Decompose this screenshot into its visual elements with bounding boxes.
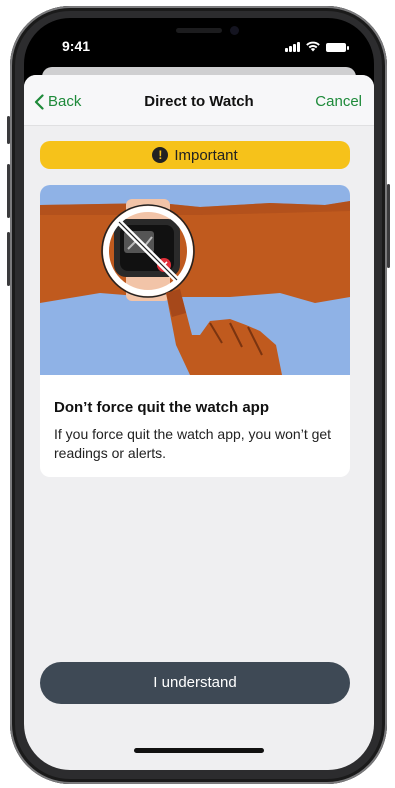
volume-down-button: [7, 232, 10, 286]
speaker-grille: [176, 28, 222, 33]
exclamation-icon: !: [152, 147, 169, 163]
important-banner: ! Important: [40, 141, 350, 169]
info-card: Don’t force quit the watch app If you fo…: [40, 185, 350, 477]
modal-sheet: Back Direct to Watch Cancel ! Important: [24, 75, 374, 770]
front-camera: [230, 26, 239, 35]
cellular-signal-icon: [285, 42, 300, 52]
banner-text: Important: [174, 146, 238, 164]
i-understand-button[interactable]: I understand: [40, 662, 350, 704]
watch-force-quit-illustration: [40, 185, 350, 375]
screen: 9:41 Back Direct to Watch Cancel ! Impor…: [24, 18, 374, 770]
power-button: [387, 184, 390, 268]
notch: [118, 18, 280, 48]
card-body: If you force quit the watch app, you won…: [54, 426, 332, 461]
mute-switch: [7, 116, 10, 144]
status-time: 9:41: [62, 38, 91, 54]
card-title: Don’t force quit the watch app: [54, 399, 270, 416]
volume-up-button: [7, 164, 10, 218]
wifi-icon: [306, 41, 320, 52]
home-indicator[interactable]: [134, 748, 264, 753]
navigation-bar: Back Direct to Watch Cancel: [24, 75, 374, 126]
battery-icon: [326, 43, 349, 52]
cancel-button[interactable]: Cancel: [315, 93, 362, 110]
status-icons: [285, 40, 349, 52]
